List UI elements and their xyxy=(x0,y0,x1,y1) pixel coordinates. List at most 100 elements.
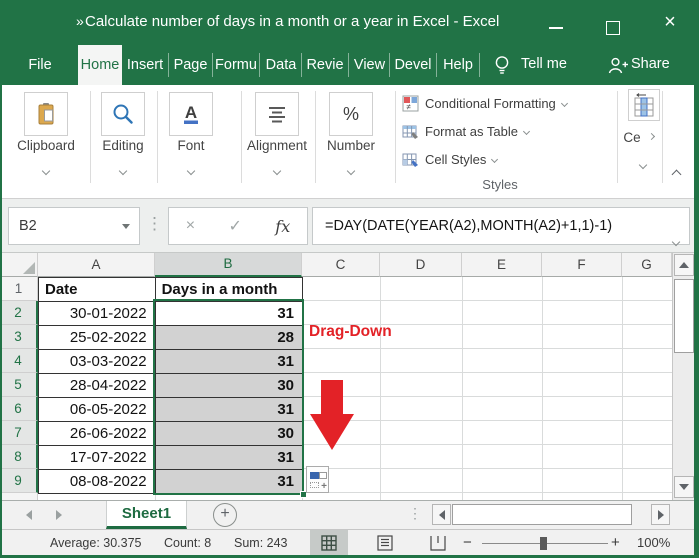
row-header-3[interactable]: 3 xyxy=(0,325,38,349)
cells-group-chevron[interactable] xyxy=(640,155,646,173)
row-header-6[interactable]: 6 xyxy=(0,397,38,421)
maximize-button[interactable] xyxy=(596,10,630,40)
collapse-ribbon-button[interactable] xyxy=(673,171,680,178)
cell-a5[interactable]: 28-04-2022 xyxy=(39,374,156,398)
cells-group-button[interactable] xyxy=(628,89,660,121)
tab-view[interactable]: View xyxy=(349,45,390,85)
vertical-scrollbar-thumb[interactable] xyxy=(674,279,694,353)
column-header-c[interactable]: C xyxy=(302,253,380,277)
tab-home[interactable]: Home xyxy=(78,45,122,85)
share-button[interactable] xyxy=(608,56,629,80)
cell-b5[interactable]: 30 xyxy=(156,374,303,398)
status-bar: Average: 30.375 Count: 8 Sum: 243 xyxy=(0,529,699,556)
cell-b1[interactable]: Days in a month xyxy=(156,278,303,302)
zoom-slider-handle[interactable] xyxy=(540,537,547,550)
new-sheet-button[interactable]: + xyxy=(213,503,237,527)
row-header-partial[interactable] xyxy=(0,493,38,500)
scroll-left-button[interactable] xyxy=(432,504,451,525)
tab-review[interactable]: Revie xyxy=(302,45,348,85)
tell-me-label[interactable]: Tell me xyxy=(521,56,567,72)
cell-a7[interactable]: 26-06-2022 xyxy=(39,422,156,446)
page-layout-view-button[interactable] xyxy=(366,530,404,556)
editing-group-button[interactable] xyxy=(101,92,145,136)
editing-group-chevron[interactable] xyxy=(120,161,126,179)
tell-me-button[interactable] xyxy=(493,54,511,83)
sheet-tab-sheet1[interactable]: Sheet1 xyxy=(106,501,187,529)
row-header-4[interactable]: 4 xyxy=(0,349,38,373)
select-all-button[interactable] xyxy=(0,253,38,277)
formula-bar-drag-handle[interactable]: ⋮ xyxy=(146,214,163,234)
cell-a4[interactable]: 03-03-2022 xyxy=(39,350,156,374)
column-header-d[interactable]: D xyxy=(380,253,462,277)
font-group-button[interactable]: A xyxy=(169,92,213,136)
enter-button[interactable]: ✓ xyxy=(228,216,241,236)
name-box[interactable]: B2 xyxy=(8,207,140,245)
column-header-f[interactable]: F xyxy=(542,253,622,277)
clipboard-group-button[interactable] xyxy=(24,92,68,136)
normal-view-button[interactable] xyxy=(310,530,348,556)
cell-a2[interactable]: 30-01-2022 xyxy=(39,302,156,326)
tab-data[interactable]: Data xyxy=(260,45,302,85)
zoom-in-button[interactable]: + xyxy=(611,530,620,556)
font-group-chevron[interactable] xyxy=(188,161,194,179)
cell-b7[interactable]: 30 xyxy=(156,422,303,446)
page-break-preview-button[interactable] xyxy=(419,530,457,556)
format-as-table-button[interactable]: Format as Table xyxy=(402,121,529,141)
tab-page-layout[interactable]: Page xyxy=(169,45,212,85)
column-header-b[interactable]: B xyxy=(155,253,302,277)
column-header-e[interactable]: E xyxy=(462,253,542,277)
formula-input[interactable]: =DAY(DATE(YEAR(A2),MONTH(A2)+1,1)-1) xyxy=(312,207,690,245)
prev-sheet-button[interactable] xyxy=(26,510,32,520)
cell-b9[interactable]: 31 xyxy=(156,470,303,494)
row-header-8[interactable]: 8 xyxy=(0,445,38,469)
conditional-formatting-button[interactable]: ≠ Conditional Formatting xyxy=(402,93,567,113)
column-header-g[interactable]: G xyxy=(622,253,672,277)
horizontal-scrollbar-thumb[interactable] xyxy=(452,504,632,525)
row-header-2[interactable]: 2 xyxy=(0,301,38,325)
name-box-dropdown[interactable] xyxy=(122,224,130,229)
cell-b2-active[interactable]: 31 xyxy=(156,302,303,326)
next-sheet-button[interactable] xyxy=(56,510,62,520)
minimize-button[interactable] xyxy=(538,10,574,40)
alignment-group-chevron[interactable] xyxy=(274,161,280,179)
scroll-down-button[interactable] xyxy=(674,476,694,498)
share-label[interactable]: Share xyxy=(631,56,670,72)
cell-a8[interactable]: 17-07-2022 xyxy=(39,446,156,470)
clipboard-group-chevron[interactable] xyxy=(43,161,49,179)
share-person-icon xyxy=(608,56,629,75)
cell-b8[interactable]: 31 xyxy=(156,446,303,470)
row-header-7[interactable]: 7 xyxy=(0,421,38,445)
column-header-a[interactable]: A xyxy=(38,253,155,277)
close-button[interactable]: × xyxy=(655,8,685,38)
number-group-button[interactable]: % xyxy=(329,92,373,136)
tab-help[interactable]: Help xyxy=(437,45,479,85)
autofill-options-button[interactable]: + xyxy=(306,466,329,493)
tab-insert[interactable]: Insert xyxy=(122,45,168,85)
cell-a1[interactable]: Date xyxy=(39,278,156,302)
insert-function-button[interactable]: fx xyxy=(275,217,290,236)
tab-bar-drag-handle[interactable]: ⋮ xyxy=(408,505,422,522)
zoom-out-button[interactable]: − xyxy=(463,530,472,556)
number-group-chevron[interactable] xyxy=(348,161,354,179)
tab-formulas[interactable]: Formu xyxy=(213,45,259,85)
cell-styles-button[interactable]: Cell Styles xyxy=(402,149,497,169)
cell-a9[interactable]: 08-08-2022 xyxy=(39,470,156,494)
zoom-level[interactable]: 100% xyxy=(637,530,670,556)
row-header-9[interactable]: 9 xyxy=(0,469,38,493)
cell-b6[interactable]: 31 xyxy=(156,398,303,422)
alignment-group-button[interactable] xyxy=(255,92,299,136)
cell-a3[interactable]: 25-02-2022 xyxy=(39,326,156,350)
cell-b3[interactable]: 28 xyxy=(156,326,303,350)
tab-file[interactable]: File xyxy=(15,45,65,85)
cell-a6[interactable]: 06-05-2022 xyxy=(39,398,156,422)
row-header-1[interactable]: 1 xyxy=(0,277,38,301)
row-header-5[interactable]: 5 xyxy=(0,373,38,397)
scroll-right-button[interactable] xyxy=(651,504,670,525)
tab-developer[interactable]: Devel xyxy=(390,45,436,85)
cell-b4[interactable]: 31 xyxy=(156,350,303,374)
cancel-button[interactable]: × xyxy=(186,217,195,235)
quick-access-toolbar-icon[interactable]: » xyxy=(76,13,82,29)
format-as-table-label: Format as Table xyxy=(425,124,518,139)
scroll-up-button[interactable] xyxy=(674,254,694,276)
vertical-scrollbar[interactable] xyxy=(672,253,695,500)
